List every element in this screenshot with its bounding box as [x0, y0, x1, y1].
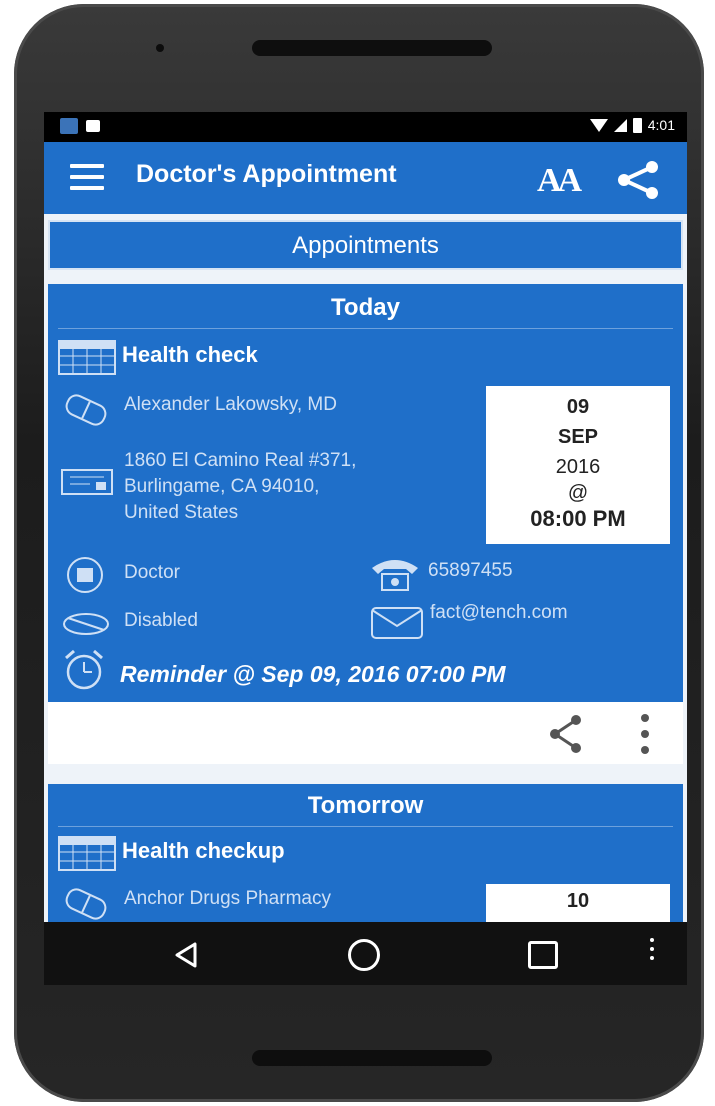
appointment-title: Health check: [122, 342, 258, 367]
card-day-heading: Today: [331, 294, 400, 321]
more-options-icon[interactable]: [638, 712, 652, 756]
date-day: 09: [566, 396, 590, 418]
top-speaker: [252, 40, 492, 56]
photo-notification-icon: [60, 118, 78, 134]
card-share-icon[interactable]: [548, 714, 584, 754]
app-title: Doctor's Appointment: [136, 160, 397, 188]
appointment-card[interactable]: Today Health check Alexander Lakowsky, M…: [48, 284, 683, 702]
address-line-3: United States: [124, 502, 239, 523]
date-time: 08:00 PM: [530, 506, 626, 531]
back-icon[interactable]: [174, 942, 198, 968]
font-size-icon[interactable]: AA: [537, 162, 582, 200]
email-icon: [371, 607, 423, 639]
navigation-bar: [44, 922, 687, 985]
bottom-speaker: [252, 1050, 492, 1066]
doctor-name: Anchor Drugs Pharmacy: [124, 888, 331, 909]
address-line-2: Burlingame, CA 94010,: [124, 476, 320, 497]
card-divider: [58, 826, 673, 827]
date-day: 10: [566, 890, 590, 912]
date-month: SEP: [557, 426, 599, 448]
doctor-name: Alexander Lakowsky, MD: [124, 394, 337, 415]
address-line-1: 1860 El Camino Real #371,: [124, 450, 357, 471]
card-day-heading: Tomorrow: [307, 792, 424, 819]
nav-menu-icon[interactable]: [650, 938, 654, 960]
wifi-icon: [589, 118, 608, 132]
doctor-tag-icon: [65, 394, 107, 426]
phone-icon: [372, 560, 418, 591]
screen: 4:01 Doctor's Appointment AA Appointment…: [44, 112, 687, 985]
appointment-title: Health checkup: [122, 838, 285, 863]
card-action-bar: [48, 702, 683, 764]
home-icon[interactable]: [348, 939, 380, 971]
appointments-header: Appointments: [48, 220, 683, 270]
section-label: Appointments: [292, 232, 439, 259]
alarm-clock-icon: [65, 649, 103, 690]
share-icon[interactable]: [614, 160, 662, 200]
doctor-type-icon: [67, 557, 103, 593]
appointment-type: Doctor: [124, 562, 180, 583]
email-address[interactable]: fact@tench.com: [430, 602, 568, 624]
calendar-icon: [58, 340, 116, 375]
message-notification-icon: [86, 120, 100, 132]
card-divider: [58, 328, 673, 329]
appointments-list: Appointments Today Health check Alexande…: [44, 214, 687, 985]
status-icon: [63, 613, 109, 635]
appointment-status: Disabled: [124, 610, 198, 631]
reminder-text: Reminder @ Sep 09, 2016 07:00 PM: [120, 661, 506, 687]
appointment-date-box: 10: [486, 884, 670, 924]
signal-icon: [613, 118, 627, 132]
calendar-icon: [58, 836, 116, 871]
appointment-card[interactable]: Tomorrow Health checkup Anchor Drugs Pha…: [48, 784, 683, 924]
recent-apps-icon[interactable]: [528, 941, 558, 969]
date-at: @: [567, 482, 589, 504]
phone-number[interactable]: 65897455: [428, 560, 513, 582]
menu-icon[interactable]: [70, 164, 104, 190]
appointment-date-box: 09 SEP 2016 @ 08:00 PM: [486, 386, 670, 544]
battery-icon: [632, 117, 642, 133]
address-icon: [61, 469, 113, 495]
status-bar: 4:01: [44, 112, 687, 142]
app-bar: Doctor's Appointment AA: [44, 142, 687, 214]
date-year: 2016: [555, 456, 601, 478]
doctor-tag-icon: [65, 888, 107, 920]
status-time: 4:01: [647, 117, 675, 133]
front-camera: [156, 44, 164, 52]
